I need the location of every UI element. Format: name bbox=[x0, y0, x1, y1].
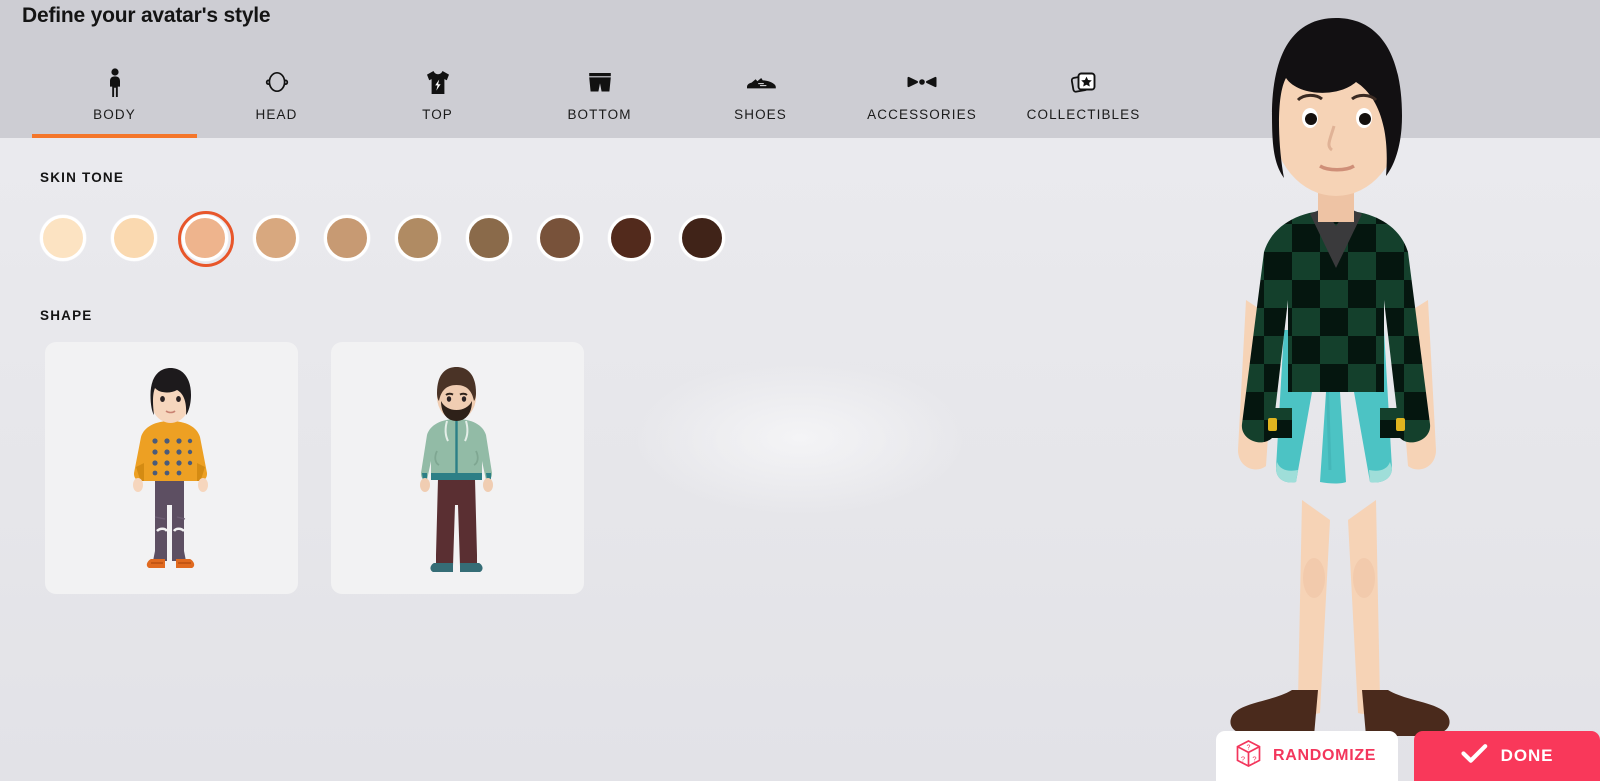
person-icon bbox=[103, 65, 127, 101]
skin-tone-1[interactable] bbox=[40, 215, 86, 261]
dice-question-icon: ? ? ? bbox=[1235, 739, 1262, 773]
done-button[interactable]: DONE bbox=[1414, 731, 1600, 781]
svg-text:?: ? bbox=[1241, 755, 1245, 764]
header-bar: Define your avatar's style bbox=[0, 0, 1600, 55]
tab-label: COLLECTIBLES bbox=[1026, 107, 1141, 122]
skin-tone-9[interactable] bbox=[608, 215, 654, 261]
bowtie-icon bbox=[905, 65, 939, 101]
sneaker-icon bbox=[744, 65, 778, 101]
skin-tone-6[interactable] bbox=[395, 215, 441, 261]
shape-label: SHAPE bbox=[40, 308, 93, 323]
head-icon bbox=[264, 65, 290, 101]
customization-panel: SKIN TONE SHAPE bbox=[0, 138, 1600, 781]
cards-star-icon bbox=[1069, 65, 1099, 101]
svg-text:?: ? bbox=[1247, 744, 1251, 751]
avatar-customizer-screen: Define your avatar's style BODY HEAD TOP… bbox=[0, 0, 1600, 781]
skin-tone-8[interactable] bbox=[537, 215, 583, 261]
tab-label: SHOES bbox=[734, 107, 787, 122]
tab-label: TOP bbox=[422, 107, 453, 122]
tab-label: ACCESSORIES bbox=[867, 107, 977, 122]
skin-tone-7[interactable] bbox=[466, 215, 512, 261]
tab-body[interactable]: BODY bbox=[32, 55, 197, 138]
skin-tone-10[interactable] bbox=[679, 215, 725, 261]
randomize-button[interactable]: ? ? ? RANDOMIZE bbox=[1216, 731, 1398, 781]
tab-collectibles[interactable]: COLLECTIBLES bbox=[1011, 55, 1156, 138]
skin-tone-5[interactable] bbox=[324, 215, 370, 261]
shape-option-row bbox=[45, 342, 584, 594]
randomize-button-label: RANDOMIZE bbox=[1273, 747, 1377, 764]
shape-option-feminine[interactable] bbox=[45, 342, 298, 594]
skin-tone-swatch-row bbox=[40, 211, 750, 267]
shape-thumbnail-masculine bbox=[419, 367, 493, 572]
tab-label: BODY bbox=[93, 107, 136, 122]
skin-tone-3[interactable] bbox=[178, 211, 234, 267]
tab-shoes[interactable]: SHOES bbox=[699, 55, 822, 138]
tab-top[interactable]: TOP bbox=[381, 55, 494, 138]
tab-bottom[interactable]: BOTTOM bbox=[532, 55, 667, 138]
skin-tone-label: SKIN TONE bbox=[40, 170, 125, 185]
tab-head[interactable]: HEAD bbox=[210, 55, 343, 138]
tab-accessories[interactable]: ACCESSORIES bbox=[850, 55, 994, 138]
category-tabbar: BODY HEAD TOP BOTTOM SHOES ACCESSORIES C… bbox=[0, 55, 1600, 138]
done-button-label: DONE bbox=[1500, 746, 1554, 765]
svg-text:?: ? bbox=[1252, 755, 1256, 764]
tab-label: BOTTOM bbox=[567, 107, 632, 122]
shape-option-masculine[interactable] bbox=[331, 342, 584, 594]
shorts-icon bbox=[586, 65, 614, 101]
shape-thumbnail-feminine bbox=[132, 368, 208, 568]
skin-tone-2[interactable] bbox=[111, 215, 157, 261]
skin-tone-4[interactable] bbox=[253, 215, 299, 261]
tab-label: HEAD bbox=[255, 107, 298, 122]
page-title: Define your avatar's style bbox=[22, 4, 271, 27]
check-icon bbox=[1461, 743, 1488, 769]
tshirt-icon bbox=[423, 65, 453, 101]
